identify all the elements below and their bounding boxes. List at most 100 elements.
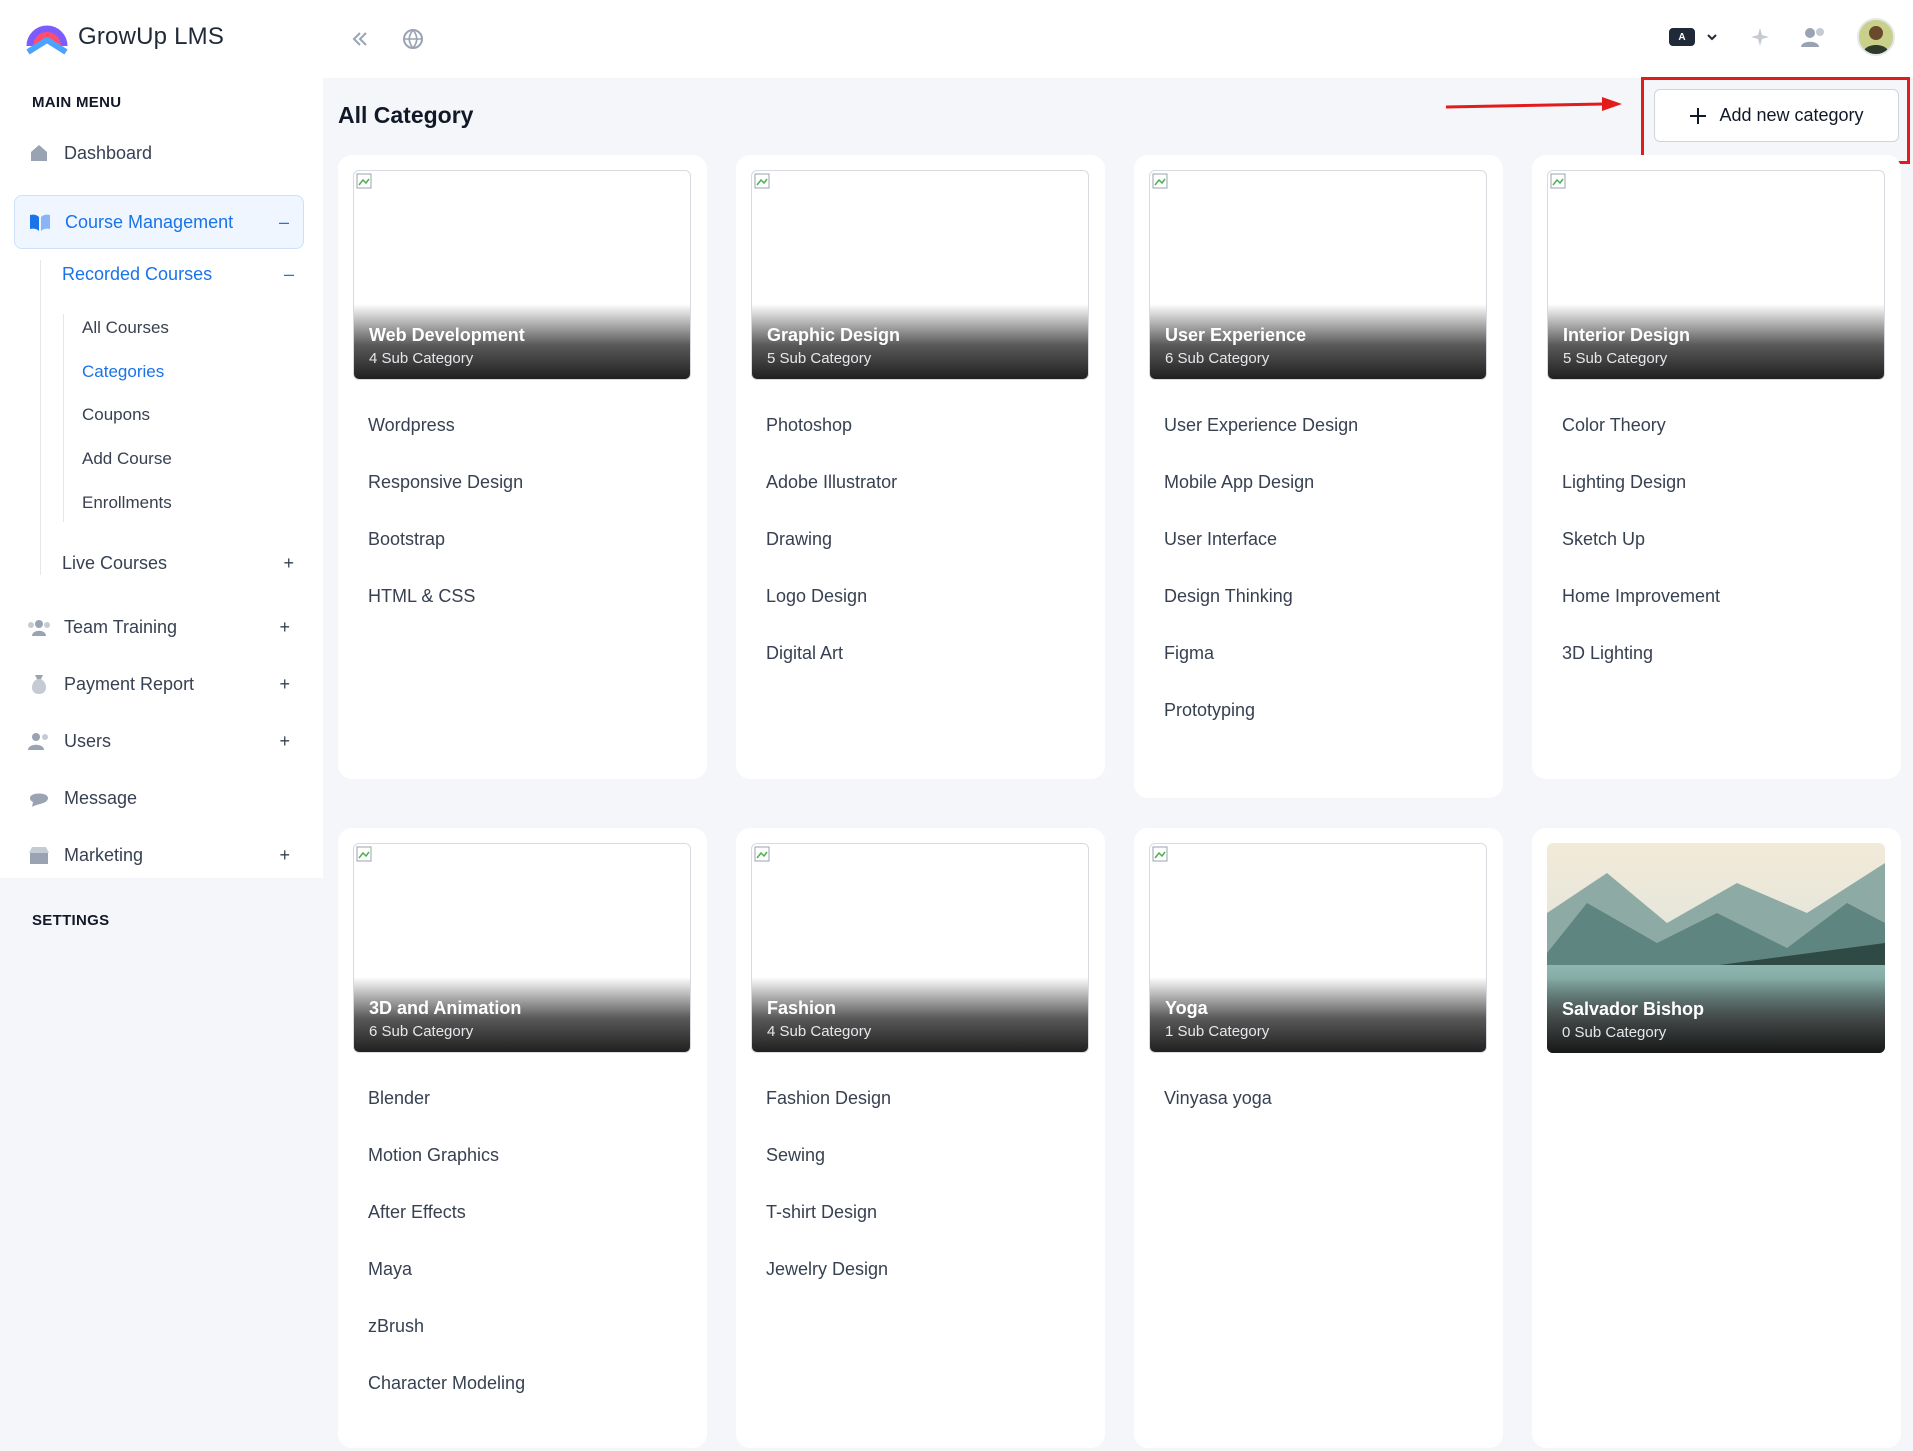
book-icon [29, 211, 51, 233]
broken-image-icon [754, 846, 770, 862]
category-name: User Experience [1165, 325, 1307, 345]
category-card[interactable]: Interior Design 5 Sub Category Color Theor… [1532, 155, 1901, 779]
sub-category-item[interactable]: Sewing [766, 1127, 891, 1184]
category-thumbnail[interactable]: User Experience 6 Sub Category [1149, 170, 1487, 380]
sidebar-item-categories[interactable]: Categories [82, 357, 164, 387]
sub-category-item[interactable]: Prototyping [1164, 682, 1358, 739]
sidebar-item-coupons[interactable]: Coupons [82, 400, 150, 430]
sub-category-item[interactable]: Maya [368, 1241, 525, 1298]
sub-category-count: 6 Sub Category [1165, 350, 1270, 367]
users-icon[interactable] [1801, 26, 1827, 48]
sidebar-item-team-training[interactable]: Team Training + [14, 600, 304, 654]
collapse-sign: – [283, 263, 294, 284]
sub-category-item[interactable]: Jewelry Design [766, 1241, 891, 1298]
category-name: Interior Design [1563, 325, 1691, 345]
sub-category-list: Color Theory Lighting Design Sketch Up Home… [1562, 397, 1720, 682]
expand-sign: + [283, 552, 294, 573]
sidebar-item-marketing[interactable]: Marketing + [14, 828, 304, 882]
sub-category-item[interactable]: 3D Lighting [1562, 625, 1720, 682]
category-thumbnail[interactable]: Graphic Design 5 Sub Category [751, 170, 1089, 380]
collapse-sidebar-button[interactable] [345, 24, 375, 54]
category-thumbnail[interactable]: 3D and Animation 6 Sub Category [353, 843, 691, 1053]
sidebar-item-live-courses[interactable]: Live Courses + [62, 545, 302, 581]
plus-icon [1690, 107, 1707, 124]
sub-category-item[interactable]: Bootstrap [368, 511, 523, 568]
category-card[interactable]: Fashion 4 Sub Category Fashion Design Sewin… [736, 828, 1105, 1448]
expand-sign: + [279, 616, 290, 637]
sub-category-item[interactable]: Lighting Design [1562, 454, 1720, 511]
category-name: Fashion [767, 998, 837, 1018]
broken-image-icon [1152, 173, 1168, 189]
sub-category-item[interactable]: T-shirt Design [766, 1184, 891, 1241]
sub-category-item[interactable]: Character Modeling [368, 1355, 525, 1412]
sidebar-item-all-courses[interactable]: All Courses [82, 313, 169, 343]
page-title: All Category [338, 102, 474, 128]
category-thumbnail[interactable]: Web Development 4 Sub Category [353, 170, 691, 380]
user-avatar[interactable] [1857, 18, 1895, 56]
sub-category-item[interactable]: Adobe Illustrator [766, 454, 897, 511]
category-thumbnail[interactable]: Interior Design 5 Sub Category [1547, 170, 1885, 380]
sub-category-item[interactable]: Wordpress [368, 397, 523, 454]
sidebar-item-users[interactable]: Users + [14, 714, 304, 768]
sub-category-item[interactable]: Responsive Design [368, 454, 523, 511]
sidebar-item-dashboard[interactable]: Dashboard [14, 126, 304, 180]
sub-category-item[interactable]: User Experience Design [1164, 397, 1358, 454]
sub-category-item[interactable]: Photoshop [766, 397, 897, 454]
sub-category-item[interactable]: Design Thinking [1164, 568, 1358, 625]
sparkle-icon[interactable] [1749, 26, 1771, 48]
language-selector[interactable]: A [1669, 28, 1719, 46]
sub-category-item[interactable]: Logo Design [766, 568, 897, 625]
app-logo[interactable]: GrowUp LMS [24, 16, 224, 58]
category-name: Web Development [369, 325, 525, 345]
category-card[interactable]: Graphic Design 5 Sub Category Photoshop Ado… [736, 155, 1105, 779]
expand-sign: + [279, 844, 290, 865]
top-bar: GrowUp LMS A [0, 0, 1913, 78]
category-card[interactable]: Salvador Bishop 0 Sub Category [1532, 828, 1901, 1448]
broken-image-icon [1550, 173, 1566, 189]
sub-category-item[interactable]: Mobile App Design [1164, 454, 1358, 511]
broken-image-icon [356, 173, 372, 189]
sub-category-item[interactable]: After Effects [368, 1184, 525, 1241]
sidebar-item-course-management[interactable]: Course Management – [14, 195, 304, 249]
sub-category-item[interactable]: Digital Art [766, 625, 897, 682]
team-icon [28, 616, 50, 638]
category-card[interactable]: Yoga 1 Sub Category Vinyasa yoga [1134, 828, 1503, 1448]
sidebar-item-add-course[interactable]: Add Course [82, 444, 172, 474]
sidebar-item-enrollments[interactable]: Enrollments [82, 488, 172, 518]
sub-category-item[interactable]: Figma [1164, 625, 1358, 682]
sub-category-item[interactable]: Vinyasa yoga [1164, 1070, 1272, 1127]
category-thumbnail[interactable]: Salvador Bishop 0 Sub Category [1547, 843, 1885, 1053]
sub-category-item[interactable]: Color Theory [1562, 397, 1720, 454]
globe-icon [403, 29, 423, 49]
sidebar-item-label: Live Courses [62, 552, 168, 573]
category-thumbnail[interactable]: Fashion 4 Sub Category [751, 843, 1089, 1053]
sub-category-item[interactable]: Drawing [766, 511, 897, 568]
sub-category-item[interactable]: User Interface [1164, 511, 1358, 568]
category-thumbnail[interactable]: Yoga 1 Sub Category [1149, 843, 1487, 1053]
tree-line [63, 314, 64, 522]
sidebar-item-label: Dashboard [64, 142, 153, 163]
add-new-category-button[interactable]: Add new category [1654, 89, 1899, 142]
category-name: Graphic Design [767, 325, 901, 345]
main-menu-title: MAIN MENU [32, 94, 122, 111]
sidebar-item-message[interactable]: Message [14, 771, 304, 825]
settings-title: SETTINGS [32, 912, 110, 929]
website-button[interactable] [398, 24, 428, 54]
sidebar-item-payment-report[interactable]: Payment Report + [14, 657, 304, 711]
sub-category-item[interactable]: Home Improvement [1562, 568, 1720, 625]
sub-category-item[interactable]: Motion Graphics [368, 1127, 525, 1184]
message-icon [28, 787, 50, 809]
sub-category-item[interactable]: Blender [368, 1070, 525, 1127]
shop-icon [28, 844, 50, 866]
sub-category-item[interactable]: Fashion Design [766, 1070, 891, 1127]
category-card[interactable]: Web Development 4 Sub Category Wordpress Re… [338, 155, 707, 779]
category-card[interactable]: User Experience 6 Sub Category User Experi… [1134, 155, 1503, 798]
sub-category-item[interactable]: Sketch Up [1562, 511, 1720, 568]
category-card[interactable]: 3D and Animation 6 Sub Category Blender Mot… [338, 828, 707, 1448]
sub-category-item[interactable]: zBrush [368, 1298, 525, 1355]
sub-category-item[interactable]: HTML & CSS [368, 568, 523, 625]
sub-category-count: 4 Sub Category [767, 1023, 872, 1040]
sub-category-count: 6 Sub Category [369, 1023, 474, 1040]
sidebar-item-recorded-courses[interactable]: Recorded Courses – [62, 256, 302, 292]
chevron-down-icon [1707, 34, 1717, 41]
